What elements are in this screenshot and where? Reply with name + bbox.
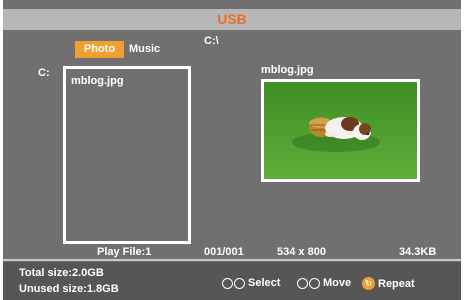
play-file-label: Play File:1 [97, 246, 152, 258]
hint-move: Move [297, 277, 351, 289]
repeat-icon: ↻ [362, 277, 376, 290]
hint-select: Select [222, 277, 280, 289]
tab-music[interactable]: Music [129, 41, 160, 58]
tab-photo[interactable]: Photo [75, 41, 124, 58]
preview-image [261, 79, 420, 182]
up-down-arrows-icon [222, 277, 246, 289]
page-title: USB [217, 11, 247, 27]
drive-label: C: [38, 67, 50, 79]
total-size: Total size:2.0GB [19, 267, 104, 279]
usb-media-screen: USB Photo Music C:\ C: mblog.jpg mblog.j… [3, 0, 461, 300]
puppy-photo [264, 82, 417, 179]
file-list-item[interactable]: mblog.jpg [71, 75, 124, 87]
divider [3, 259, 461, 261]
left-right-arrows-icon [297, 277, 321, 289]
preview-filename: mblog.jpg [261, 64, 314, 76]
file-list-panel: mblog.jpg [63, 66, 191, 244]
hint-repeat: ↻ Repeat [362, 277, 415, 290]
hint-move-label: Move [323, 277, 352, 289]
unused-size: Unused size:1.8GB [19, 283, 119, 295]
hint-repeat-label: Repeat [378, 277, 415, 290]
file-index: 001/001 [204, 246, 244, 258]
current-path: C:\ [204, 35, 219, 47]
hint-select-label: Select [248, 277, 281, 289]
image-resolution: 534 x 800 [277, 246, 326, 258]
file-size: 34.3KB [399, 246, 437, 258]
title-bar: USB [3, 9, 461, 30]
